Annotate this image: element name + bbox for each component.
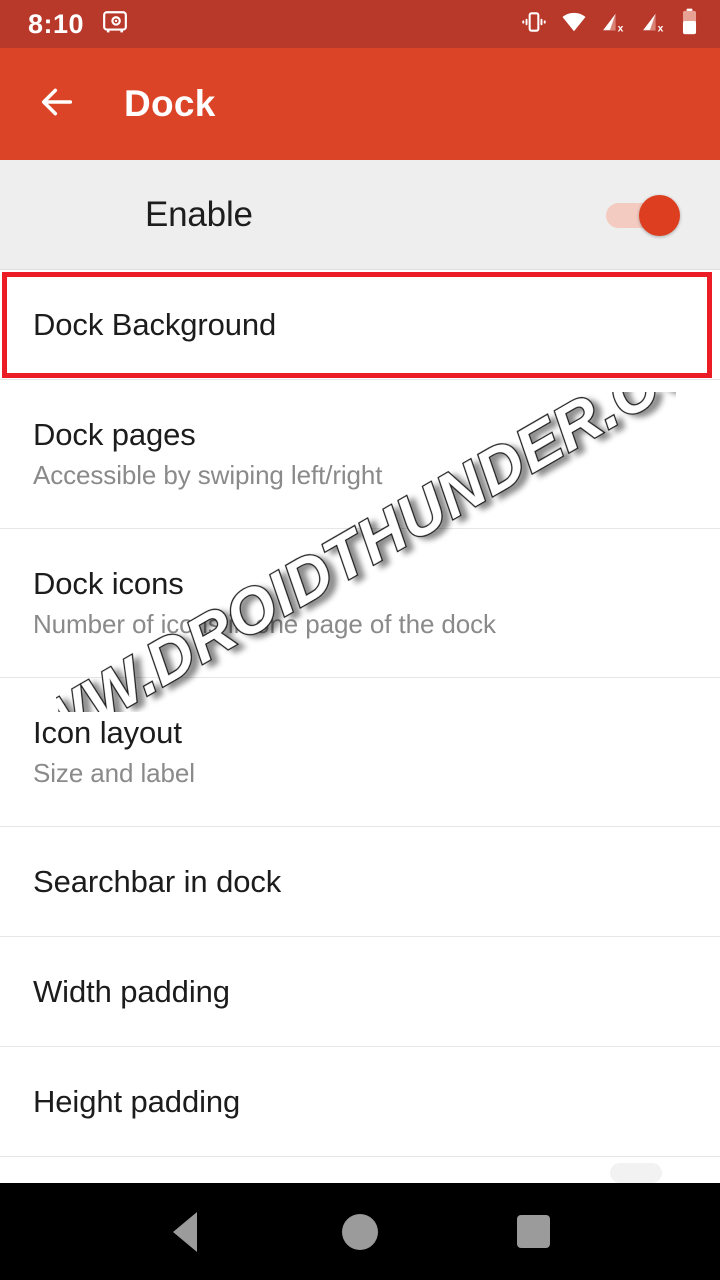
list-item-title: Dock icons: [33, 565, 184, 601]
settings-list: Dock Background Dock pages Accessible by…: [0, 270, 720, 1194]
list-item-dock-pages[interactable]: Dock pages Accessible by swiping left/ri…: [0, 380, 720, 529]
back-button[interactable]: [30, 77, 84, 131]
status-bar-right-icons: x x: [521, 8, 698, 40]
list-item-dock-background[interactable]: Dock Background: [0, 270, 720, 380]
list-item-title: Width padding: [33, 973, 230, 1009]
enable-toggle-switch[interactable]: [606, 194, 682, 236]
arrow-left-icon: [35, 82, 79, 127]
triangle-back-icon: [173, 1211, 197, 1252]
square-recents-icon: [516, 1215, 550, 1248]
switch-thumb: [639, 194, 680, 236]
wifi-icon: [560, 9, 588, 40]
enable-row[interactable]: Enable: [0, 160, 720, 270]
battery-icon: [681, 8, 698, 40]
list-item-subtitle: Accessible by swiping left/right: [33, 460, 383, 491]
page-title: Dock: [124, 83, 216, 124]
nav-home-button[interactable]: [327, 1199, 393, 1265]
enable-label: Enable: [145, 194, 253, 234]
list-item-subtitle: Number of icons in one page of the dock: [33, 609, 496, 640]
navigation-bar: [0, 1183, 720, 1280]
list-item-title: Searchbar in dock: [33, 863, 282, 899]
circle-home-icon: [342, 1213, 378, 1250]
svg-text:x: x: [618, 23, 624, 34]
list-item-subtitle: Size and label: [33, 758, 195, 789]
cellular-signal-no-sim-icon-2: x: [641, 9, 668, 40]
list-item-title: Icon layout: [33, 714, 182, 750]
cellular-signal-no-sim-icon-1: x: [601, 9, 628, 40]
vibrate-icon: [521, 9, 547, 40]
list-item-title: Dock Background: [33, 306, 277, 342]
list-item-height-padding[interactable]: Height padding: [0, 1047, 720, 1157]
status-bar-left-icons: [102, 9, 128, 40]
status-bar-clock: 8:10: [28, 8, 85, 39]
list-item-dock-icons[interactable]: Dock icons Number of icons in one page o…: [0, 529, 720, 678]
list-item-title: Height padding: [33, 1083, 241, 1119]
list-item-width-padding[interactable]: Width padding: [0, 937, 720, 1047]
list-item-icon-layout[interactable]: Icon layout Size and label: [0, 678, 720, 827]
list-item-searchbar-in-dock[interactable]: Searchbar in dock: [0, 827, 720, 937]
app-bar: Dock: [0, 48, 720, 160]
nav-back-button[interactable]: [152, 1199, 218, 1265]
phone-screen: 8:10 x x Dock Enable Dock Background Doc…: [0, 0, 720, 1280]
nav-recents-button[interactable]: [500, 1199, 566, 1265]
status-bar: 8:10 x x: [0, 0, 720, 48]
safe-vault-icon: [102, 9, 128, 40]
list-item-title: Dock pages: [33, 416, 196, 452]
svg-text:x: x: [658, 23, 664, 34]
partial-toggle-ghost: [610, 1163, 662, 1183]
